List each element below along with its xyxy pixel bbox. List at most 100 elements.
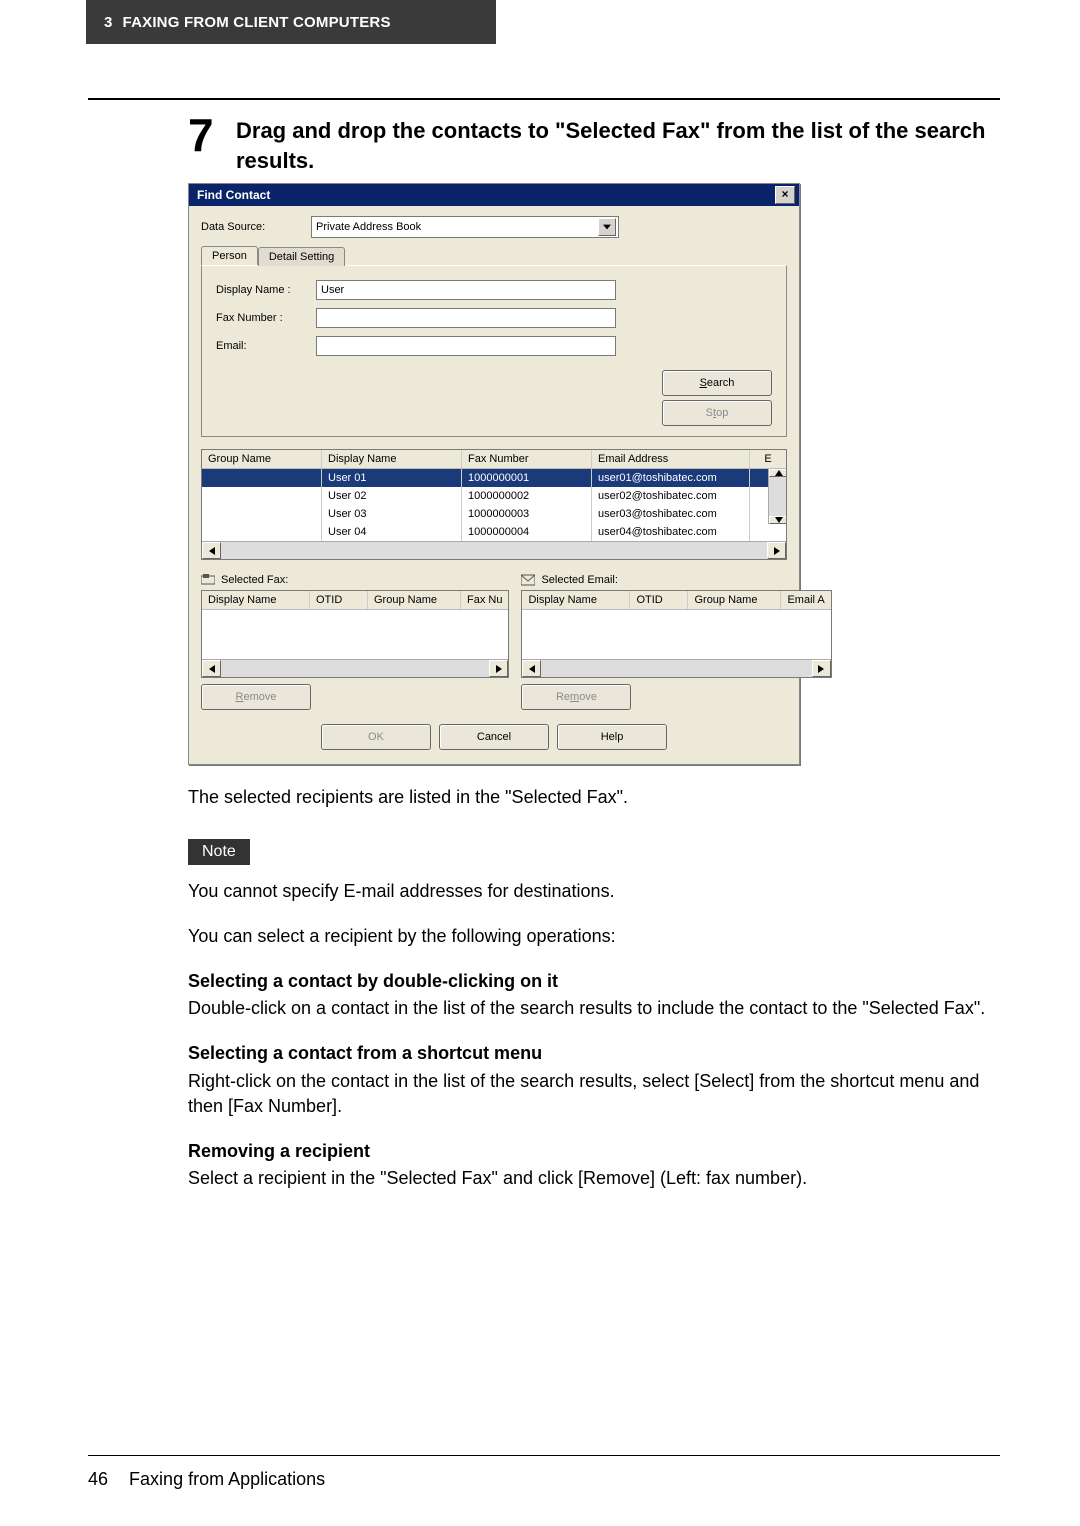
stop-button: Stop: [662, 400, 772, 426]
horizontal-scrollbar[interactable]: [522, 659, 830, 677]
selected-email-list[interactable]: Display Name OTID Group Name Email A: [521, 590, 831, 678]
sf-col-display[interactable]: Display Name: [202, 591, 310, 609]
scroll-right-icon[interactable]: [489, 660, 508, 677]
cell-display: User 03: [322, 505, 462, 523]
close-icon[interactable]: ×: [775, 186, 795, 204]
cell-fax: 1000000004: [462, 523, 592, 541]
scroll-left-icon[interactable]: [202, 660, 221, 677]
display-name-input[interactable]: [316, 280, 616, 300]
selected-email-label: Selected Email:: [541, 574, 617, 586]
cell-fax: 1000000003: [462, 505, 592, 523]
table-row[interactable]: User 04 1000000004 user04@toshibatec.com: [202, 523, 786, 541]
heading-remove: Removing a recipient: [188, 1139, 1000, 1164]
col-group-name[interactable]: Group Name: [202, 450, 322, 468]
mail-icon: [521, 574, 535, 586]
selected-fax-label: Selected Fax:: [221, 574, 288, 586]
se-col-otid[interactable]: OTID: [630, 591, 688, 609]
display-name-label: Display Name :: [216, 284, 316, 296]
col-extra[interactable]: E: [750, 450, 786, 468]
chapter-number: 3: [104, 14, 113, 31]
page-number: 46: [88, 1469, 108, 1489]
chapter-title: FAXING FROM CLIENT COMPUTERS: [123, 14, 391, 31]
help-button[interactable]: Help: [557, 724, 667, 750]
chevron-down-icon[interactable]: [598, 218, 616, 236]
find-contact-dialog: Find Contact × Data Source: Private Addr…: [188, 183, 800, 765]
note-line1: You cannot specify E-mail addresses for …: [188, 879, 1000, 904]
col-fax-number[interactable]: Fax Number: [462, 450, 592, 468]
cell-fax: 1000000001: [462, 469, 592, 487]
sf-col-group[interactable]: Group Name: [368, 591, 461, 609]
horizontal-scrollbar[interactable]: [202, 659, 508, 677]
dialog-footer: OK Cancel Help: [201, 724, 787, 750]
scroll-left-icon[interactable]: [202, 542, 221, 559]
scroll-up-icon[interactable]: [769, 469, 786, 477]
se-col-email[interactable]: Email A: [781, 591, 830, 609]
tab-detail-setting[interactable]: Detail Setting: [258, 247, 345, 266]
se-col-display[interactable]: Display Name: [522, 591, 630, 609]
cell-display: User 01: [322, 469, 462, 487]
cell-display: User 04: [322, 523, 462, 541]
step-number: 7: [188, 112, 236, 158]
col-display-name[interactable]: Display Name: [322, 450, 462, 468]
col-email-address[interactable]: Email Address: [592, 450, 750, 468]
remove-email-button: Remove: [521, 684, 631, 710]
vertical-scrollbar[interactable]: [768, 469, 786, 524]
para-doubleclick: Double-click on a contact in the list of…: [188, 996, 1000, 1021]
cell-fax: 1000000002: [462, 487, 592, 505]
table-row[interactable]: User 01 1000000001 user01@toshibatec.com: [202, 469, 786, 487]
step-instruction: Drag and drop the contacts to "Selected …: [236, 112, 1000, 175]
search-button[interactable]: SSearchearch: [662, 370, 772, 396]
footer-section: Faxing from Applications: [129, 1469, 325, 1489]
table-row[interactable]: User 03 1000000003 user03@toshibatec.com: [202, 505, 786, 523]
results-body: User 01 1000000001 user01@toshibatec.com…: [202, 469, 786, 541]
para-shortcut: Right-click on the contact in the list o…: [188, 1069, 1000, 1119]
header-rule: [88, 98, 1000, 100]
selected-email-pane: Selected Email: Display Name OTID Group …: [521, 574, 831, 710]
email-label: Email:: [216, 340, 316, 352]
results-table: Group Name Display Name Fax Number Email…: [201, 449, 787, 560]
tab-person[interactable]: Person: [201, 246, 258, 265]
cell-email: user03@toshibatec.com: [592, 505, 750, 523]
cell-email: user01@toshibatec.com: [592, 469, 750, 487]
table-row[interactable]: User 02 1000000002 user02@toshibatec.com: [202, 487, 786, 505]
cell-group: [202, 523, 322, 541]
selected-fax-list[interactable]: Display Name OTID Group Name Fax Nu: [201, 590, 509, 678]
scroll-down-icon[interactable]: [769, 516, 786, 524]
note-label: Note: [188, 839, 250, 865]
fax-number-input[interactable]: [316, 308, 616, 328]
remove-fax-button: Remove: [201, 684, 311, 710]
footer-rule: [88, 1455, 1000, 1456]
selected-fax-pane: Selected Fax: Display Name OTID Group Na…: [201, 574, 509, 710]
horizontal-scrollbar[interactable]: [202, 541, 786, 559]
se-col-group[interactable]: Group Name: [688, 591, 781, 609]
email-input[interactable]: [316, 336, 616, 356]
cell-extra: [750, 523, 786, 541]
after-dialog-text: The selected recipients are listed in th…: [188, 785, 1000, 810]
chapter-header: 3 FAXING FROM CLIENT COMPUTERS: [86, 0, 496, 44]
data-source-value: Private Address Book: [316, 221, 421, 233]
data-source-select[interactable]: Private Address Book: [311, 216, 619, 238]
intro-line: You can select a recipient by the follow…: [188, 924, 1000, 949]
cell-email: user04@toshibatec.com: [592, 523, 750, 541]
dialog-title: Find Contact: [197, 188, 270, 202]
sf-col-otid[interactable]: OTID: [310, 591, 368, 609]
sf-col-fax[interactable]: Fax Nu: [461, 591, 508, 609]
cell-display: User 02: [322, 487, 462, 505]
fax-number-label: Fax Number :: [216, 312, 316, 324]
heading-shortcut: Selecting a contact from a shortcut menu: [188, 1041, 1000, 1066]
heading-doubleclick: Selecting a contact by double-clicking o…: [188, 969, 1000, 994]
cell-group: [202, 487, 322, 505]
step: 7 Drag and drop the contacts to "Selecte…: [188, 112, 1000, 175]
page-footer: 46 Faxing from Applications: [88, 1469, 325, 1490]
tabs: Person Detail Setting: [201, 246, 787, 265]
para-remove: Select a recipient in the "Selected Fax"…: [188, 1166, 1000, 1191]
cell-group: [202, 469, 322, 487]
scroll-right-icon[interactable]: [812, 660, 831, 677]
cell-email: user02@toshibatec.com: [592, 487, 750, 505]
data-source-label: Data Source:: [201, 221, 311, 233]
cancel-button[interactable]: Cancel: [439, 724, 549, 750]
scroll-left-icon[interactable]: [522, 660, 541, 677]
scroll-right-icon[interactable]: [767, 542, 786, 559]
dialog-titlebar: Find Contact ×: [189, 184, 799, 206]
fax-icon: [201, 574, 215, 586]
